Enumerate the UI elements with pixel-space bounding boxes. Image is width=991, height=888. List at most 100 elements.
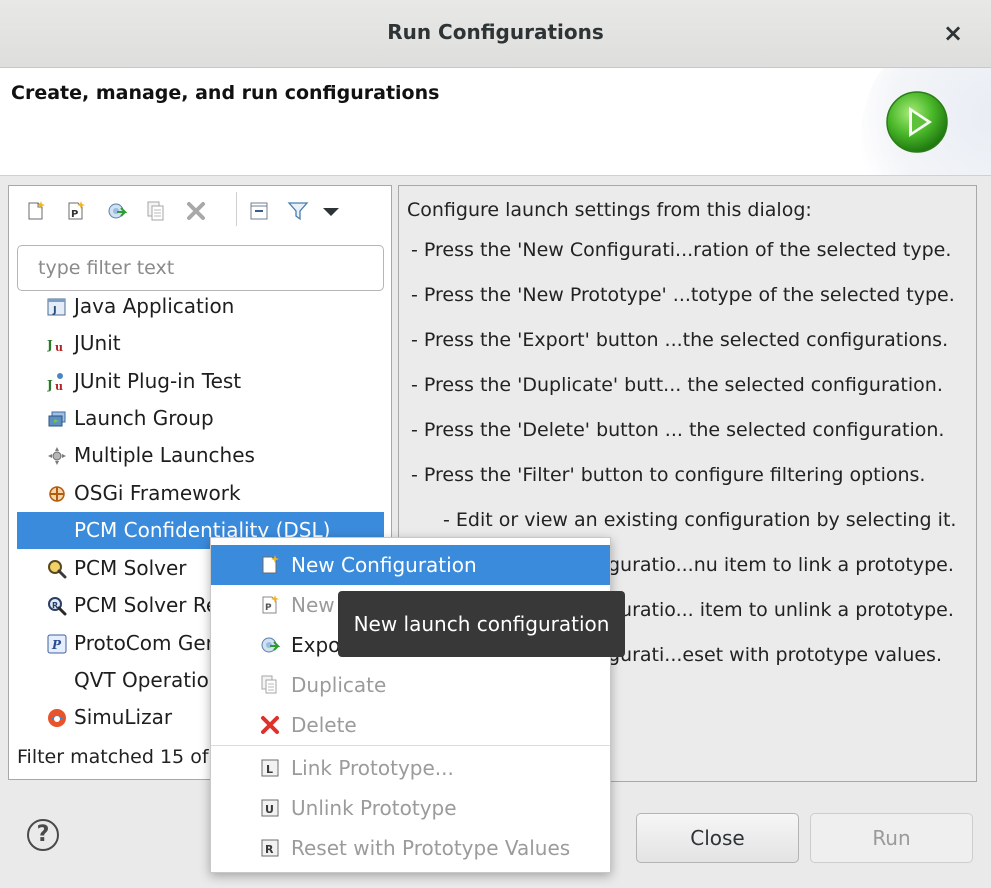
header-banner: Create, manage, and run configurations <box>0 68 991 176</box>
svg-text:J: J <box>52 305 57 316</box>
tree-item-label: QVT Operation <box>74 668 222 692</box>
dropdown-arrow-icon <box>323 208 339 216</box>
menu-item-duplicate[interactable]: Duplicate <box>211 665 610 705</box>
filter-status-text: Filter matched 15 of <box>17 746 209 768</box>
tree-item-label: JUnit <box>74 331 121 355</box>
toolbar-separator <box>236 192 237 226</box>
export-button[interactable] <box>103 198 129 224</box>
run-launch-icon <box>886 91 948 153</box>
info-line: - Press the 'Filter' button to configure… <box>411 464 926 486</box>
svg-text:J: J <box>47 338 53 352</box>
simulizar-icon <box>48 709 66 727</box>
menu-item-delete[interactable]: Delete <box>211 705 610 745</box>
duplicate-icon <box>147 201 164 221</box>
reset-prototype-icon: R <box>261 839 279 857</box>
java-app-icon: J <box>47 298 66 316</box>
tree-item-multiple-launches[interactable]: Multiple Launches <box>17 437 384 474</box>
svg-text:U: U <box>265 803 274 816</box>
info-line: - Press the 'Duplicate' butt... the sele… <box>411 374 943 396</box>
svg-text:P: P <box>265 603 272 613</box>
menu-item-label: Link Prototype... <box>291 756 454 780</box>
svg-text:R: R <box>265 843 274 856</box>
menu-item-unlink-prototype[interactable]: U Unlink Prototype <box>211 788 610 828</box>
delete-button[interactable] <box>183 198 209 224</box>
delete-icon <box>187 202 205 220</box>
tree-item-label: Java Application <box>74 294 235 318</box>
filter-icon <box>287 202 309 221</box>
window-title: Run Configurations <box>387 20 604 44</box>
svg-text:P: P <box>51 638 62 652</box>
tree-item-label: PCM Solver Re <box>74 593 219 617</box>
close-button[interactable]: Close <box>636 813 799 863</box>
info-line: gurati...eset with prototype values. <box>608 644 942 666</box>
info-line: guratio... item to unlink a prototype. <box>608 599 954 621</box>
new-prototype-icon: P <box>68 201 85 220</box>
menu-item-link-prototype[interactable]: L Link Prototype... <box>211 748 610 788</box>
svg-text:J: J <box>47 378 53 392</box>
tree-item-java-application[interactable]: J Java Application <box>17 288 384 325</box>
svg-text:u: u <box>55 341 63 354</box>
new-config-icon <box>28 201 45 220</box>
menu-item-label: Duplicate <box>291 673 387 697</box>
junit-icon: J u <box>47 338 63 354</box>
new-prototype-button[interactable]: P <box>63 198 89 224</box>
tree-item-label: JUnit Plug-in Test <box>74 369 242 393</box>
menu-item-new-configuration[interactable]: New Configuration <box>211 545 610 585</box>
tree-item-label: ProtoCom Gen <box>74 631 219 655</box>
tree-item-label: OSGi Framework <box>74 481 241 505</box>
osgi-icon <box>49 486 65 502</box>
link-prototype-icon: L <box>261 759 279 777</box>
run-button[interactable]: Run <box>810 813 973 863</box>
info-line: guratio...nu item to link a prototype. <box>608 554 954 576</box>
svg-text:P: P <box>71 209 78 220</box>
info-line: - Edit or view an existing configuration… <box>443 509 957 531</box>
unlink-prototype-icon: U <box>261 799 279 817</box>
multiple-launches-icon <box>48 447 66 465</box>
close-window-button[interactable]: × <box>939 18 967 48</box>
pcm-solver-icon <box>48 560 67 579</box>
tree-item-junit-plugin-test[interactable]: J u JUnit Plug-in Test <box>17 363 384 400</box>
duplicate-button[interactable] <box>143 198 169 224</box>
view-menu-button[interactable] <box>318 198 344 224</box>
info-line: - Press the 'New Prototype' ...totype of… <box>411 284 955 306</box>
context-menu: New Configuration P New Prototype Export… <box>210 537 611 873</box>
filter-button[interactable] <box>285 198 311 224</box>
tree-item-label: SimuLizar <box>74 705 173 729</box>
tree-toolbar: P <box>9 186 391 236</box>
pcm-solver-reliability-icon: R <box>48 597 67 616</box>
collapse-all-button[interactable] <box>246 198 272 224</box>
tree-item-label: Launch Group <box>74 406 214 430</box>
tree-item-junit[interactable]: J u JUnit <box>17 325 384 362</box>
banner-heading: Create, manage, and run configurations <box>11 82 440 104</box>
menu-item-label: Unlink Prototype <box>291 796 457 820</box>
menu-item-label: New Configuration <box>291 553 477 577</box>
filter-input[interactable] <box>17 245 384 291</box>
launch-group-icon <box>48 411 66 427</box>
info-line: - Press the 'New Configurati...ration of… <box>411 239 952 261</box>
info-line: Configure launch settings from this dial… <box>407 199 812 221</box>
info-line: - Press the 'Delete' button ... the sele… <box>411 419 945 441</box>
menu-item-label: Reset with Prototype Values <box>291 836 571 860</box>
new-configuration-button[interactable] <box>23 198 49 224</box>
tree-item-label: Multiple Launches <box>74 443 255 467</box>
export-icon <box>261 637 280 653</box>
tooltip: New launch configuration <box>338 591 625 657</box>
svg-text:L: L <box>266 763 273 776</box>
title-bar: Run Configurations × <box>0 0 991 68</box>
tree-item-label: PCM Solver <box>74 556 187 580</box>
junit-plugin-icon: J u <box>47 373 63 392</box>
menu-item-label: Delete <box>291 713 357 737</box>
duplicate-icon <box>261 675 277 694</box>
export-icon <box>108 203 127 219</box>
menu-item-reset-with-prototype-values[interactable]: R Reset with Prototype Values <box>211 828 610 868</box>
svg-text:u: u <box>55 380 63 392</box>
svg-text:R: R <box>52 601 58 610</box>
protocom-icon: P <box>47 634 67 654</box>
new-config-icon <box>262 555 279 574</box>
tree-item-osgi-framework[interactable]: OSGi Framework <box>17 475 384 512</box>
help-button[interactable]: ? <box>27 819 59 851</box>
collapse-all-icon <box>250 202 268 220</box>
tree-item-launch-group[interactable]: Launch Group <box>17 400 384 437</box>
info-line: - Press the 'Export' button ...the selec… <box>411 329 949 351</box>
new-prototype-icon: P <box>262 595 279 614</box>
